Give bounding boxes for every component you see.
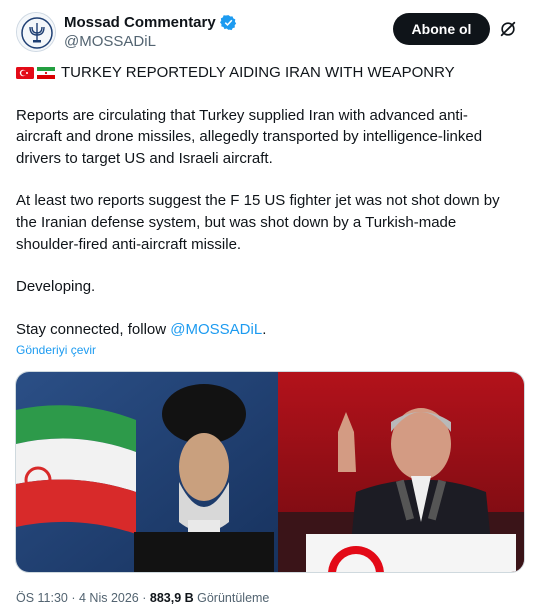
para2-line1: At least two reports suggest the F 15 US… — [16, 192, 500, 210]
post-time[interactable]: ÖS 11:30 — [16, 591, 68, 605]
meta-separator: · — [67, 591, 79, 605]
follow-line: Stay connected, follow @MOSSADiL. — [16, 319, 526, 341]
para1-line2: aircraft and drone missiles, allegedly t… — [16, 128, 483, 146]
turkey-flag-icon — [16, 66, 34, 79]
follow-prefix: Stay connected, follow — [16, 320, 171, 338]
display-name-row: Mossad Commentary — [64, 12, 237, 32]
handle[interactable]: @MOSSADiL — [64, 33, 237, 50]
views-count: 883,9 B — [149, 591, 194, 605]
mention-link[interactable]: @MOSSADiL — [170, 321, 262, 338]
views-label: Görüntüleme — [193, 591, 270, 605]
iran-flag-icon — [37, 66, 55, 79]
follow-suffix: . — [262, 320, 267, 338]
para1-line1: Reports are circulating that Turkey supp… — [16, 106, 468, 124]
para2-line2: the Iranian defense system, but was shot… — [16, 213, 457, 231]
tweet-header: Mossad Commentary @MOSSADiL Abone ol — [16, 8, 526, 52]
meta-separator: · — [138, 591, 150, 605]
tweet-meta: ÖS 11:30 · 4 Nis 2026 · 883,9 B Görüntül… — [16, 591, 269, 605]
verified-badge-icon — [219, 14, 236, 30]
headline-text: TURKEY REPORTEDLY AIDING IRAN WITH WEAPO… — [61, 64, 455, 81]
avatar[interactable] — [16, 12, 56, 52]
mossad-emblem-icon — [17, 13, 55, 51]
tweet-media-image[interactable] — [15, 371, 525, 573]
tweet-body: TURKEY REPORTEDLY AIDING IRAN WITH WEAPO… — [16, 62, 526, 340]
author-names: Mossad Commentary @MOSSADiL — [64, 12, 237, 50]
para1-line3: drivers to target US and Israeli aircraf… — [16, 149, 273, 167]
para3: Developing. — [16, 278, 96, 296]
para2-line3: shoulder-fired anti-aircraft missile. — [16, 235, 242, 253]
headline-line: TURKEY REPORTEDLY AIDING IRAN WITH WEAPO… — [16, 62, 526, 84]
grok-slash-icon[interactable] — [499, 20, 517, 38]
post-date[interactable]: 4 Nis 2026 — [79, 591, 139, 605]
display-name[interactable]: Mossad Commentary — [64, 14, 216, 31]
follow-button[interactable]: Abone ol — [393, 13, 490, 45]
translate-post-link[interactable]: Gönderiyi çevir — [16, 343, 96, 357]
